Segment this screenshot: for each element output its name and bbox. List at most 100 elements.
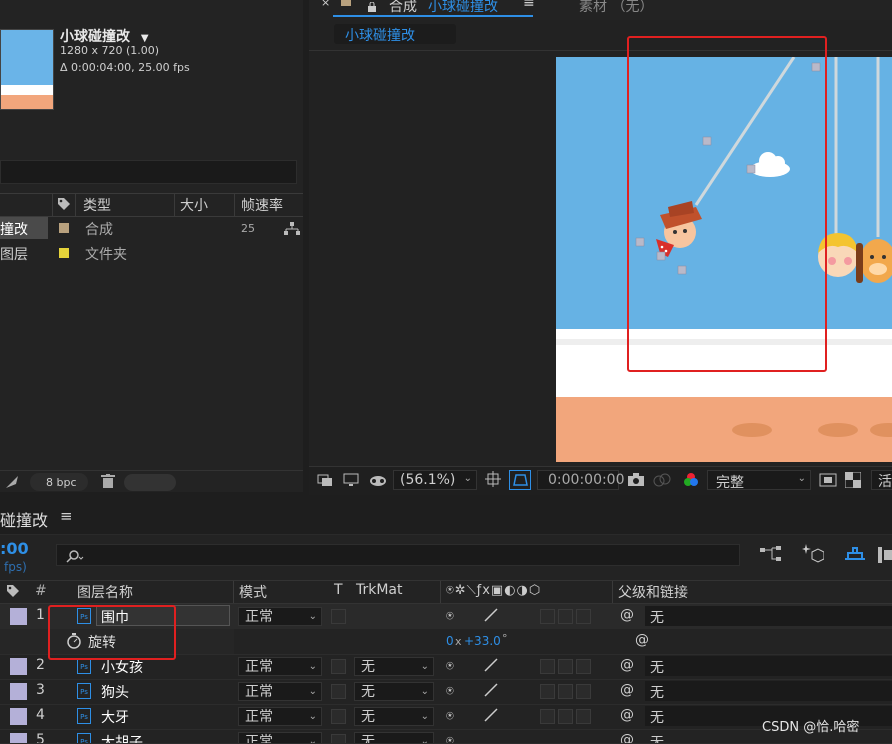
pick-whip-icon[interactable]: @ (620, 657, 634, 673)
layer-mode-dropdown[interactable]: 正常 ⌄ (238, 682, 322, 701)
comp-name[interactable]: 小球碰撞改 ▼ (60, 26, 149, 46)
graph-editor-icon[interactable] (878, 547, 892, 567)
channel-rgb-icon[interactable] (683, 472, 699, 492)
composition-flowchart-icon[interactable] (760, 546, 782, 566)
bpc-button[interactable]: 8 bpc (46, 476, 77, 489)
preserve-transparency-toggle[interactable] (331, 684, 346, 699)
project-row[interactable]: 撞改 合成 25 (0, 217, 303, 239)
quality-switch-icon[interactable] (484, 683, 498, 701)
layer-label-color[interactable] (10, 658, 27, 675)
trkmat-dropdown[interactable]: 无 ⌄ (354, 732, 434, 743)
shy-switch-icon[interactable]: ⍟ (446, 609, 454, 624)
timeline-search-input[interactable] (56, 544, 740, 566)
trkmat-dropdown[interactable]: 无 ⌄ (354, 682, 434, 701)
layer-mode-dropdown[interactable]: 正常 ⌄ (238, 657, 322, 676)
col-parent[interactable]: 父级和链接 (618, 582, 688, 602)
zoom-dropdown[interactable]: (56.1%) ⌄ (393, 470, 477, 490)
project-search-input[interactable] (0, 160, 297, 184)
tab-footage[interactable]: 素材 （无） (579, 0, 653, 16)
label-swatch[interactable] (59, 248, 69, 258)
label-icon[interactable] (57, 197, 71, 215)
flowchart-icon[interactable] (284, 221, 300, 240)
layer-mode-dropdown[interactable]: 正常 ⌄ (238, 707, 322, 726)
layer-label-color[interactable] (10, 708, 27, 725)
layer-label-color[interactable] (10, 608, 27, 625)
parent-value[interactable]: 无 (650, 682, 664, 702)
pick-whip-icon[interactable]: @ (620, 682, 634, 698)
label-swatch[interactable] (59, 223, 69, 233)
layer-row[interactable]: 3 Ps 狗头 正常 ⌄ 无 ⌄ ⍟ @ 无 (0, 679, 892, 705)
current-time-display[interactable]: :00 (0, 539, 29, 558)
col-trkmat[interactable]: TrkMat (356, 582, 403, 598)
active-camera-dropdown[interactable]: 活 (871, 470, 892, 490)
quality-switch-icon[interactable] (484, 608, 498, 626)
layer-name[interactable]: 大胡子 (101, 732, 143, 743)
chevron-down-icon[interactable]: ▼ (141, 33, 149, 44)
lock-icon[interactable] (367, 0, 377, 16)
transparency-grid-icon[interactable] (844, 471, 862, 492)
pick-whip-icon[interactable]: @ (620, 707, 634, 723)
trash-icon[interactable] (101, 474, 115, 493)
tab-comp-name[interactable]: 小球碰撞改 (428, 0, 498, 16)
zoom-value: (56.1%) (400, 472, 456, 488)
parent-value[interactable]: 无 (650, 657, 664, 677)
parent-value[interactable]: 无 (650, 607, 664, 627)
col-t[interactable]: T (334, 582, 343, 598)
col-type[interactable]: 类型 (83, 195, 111, 215)
layer-row[interactable]: 4 Ps 大牙 正常 ⌄ 无 ⌄ ⍟ @ 无 (0, 704, 892, 730)
fast-preview-icon[interactable] (819, 472, 837, 491)
shy-switch-icon[interactable]: ⍟ (446, 684, 454, 699)
layer-label-color[interactable] (10, 733, 27, 743)
trkmat-dropdown[interactable]: 无 ⌄ (354, 707, 434, 726)
project-row[interactable]: 图层 文件夹 (0, 242, 303, 264)
layer-name[interactable]: 小女孩 (101, 657, 143, 677)
quality-switch-icon[interactable] (484, 658, 498, 676)
preserve-transparency-toggle[interactable] (331, 709, 346, 724)
layer-index: 5 (36, 732, 45, 744)
expression-pick-whip-icon[interactable]: @ (635, 632, 649, 648)
col-mode[interactable]: 模式 (239, 582, 267, 602)
col-size[interactable]: 大小 (180, 195, 208, 215)
mask-visibility-icon[interactable] (369, 472, 387, 491)
scroll-thumb[interactable] (124, 474, 176, 491)
layer-row[interactable]: 5 Ps 大胡子 正常 ⌄ 无 ⌄ ⍟ @ 无 (0, 729, 892, 744)
camera-icon[interactable] (627, 472, 645, 491)
monitor-icon[interactable] (343, 472, 359, 491)
quality-switch-icon[interactable] (484, 708, 498, 726)
current-time-field[interactable]: 0:00:00:00 (537, 470, 625, 490)
preserve-transparency-toggle[interactable] (331, 609, 346, 624)
col-layer-name[interactable]: 图层名称 (77, 582, 133, 602)
rotation-degrees[interactable]: +33.0 (464, 634, 501, 648)
trkmat-dropdown[interactable]: 无 ⌄ (354, 657, 434, 676)
layer-name[interactable]: 大牙 (101, 707, 129, 727)
parent-value[interactable]: 无 (650, 732, 664, 743)
preserve-transparency-toggle[interactable] (331, 659, 346, 674)
pick-whip-icon[interactable]: @ (620, 732, 634, 743)
label-column-icon[interactable] (6, 584, 20, 602)
layer-mode-dropdown[interactable]: 正常 ⌄ (238, 732, 322, 743)
show-snapshot-icon[interactable] (653, 472, 671, 491)
timeline-tab-name[interactable]: 碰撞改 (0, 507, 48, 531)
parent-value[interactable]: 无 (650, 707, 664, 727)
tab-menu-icon[interactable]: ≡ (523, 0, 535, 11)
interpret-footage-icon[interactable] (4, 474, 20, 493)
layer-mode-dropdown[interactable]: 正常 ⌄ (238, 607, 322, 626)
pick-whip-icon[interactable]: @ (620, 607, 634, 623)
layer-name[interactable]: 狗头 (101, 682, 129, 702)
shy-switch-icon[interactable]: ⍟ (446, 709, 454, 724)
timeline-tab-menu-icon[interactable]: ≡ (60, 507, 73, 525)
draft-3d-icon[interactable] (802, 544, 825, 568)
col-fps[interactable]: 帧速率 (241, 195, 283, 215)
region-of-interest-icon[interactable] (509, 470, 531, 490)
motion-blur-icon[interactable] (845, 547, 865, 567)
shy-switch-icon[interactable]: ⍟ (446, 659, 454, 674)
layer-label-color[interactable] (10, 683, 27, 700)
grid-guides-icon[interactable] (485, 471, 501, 491)
resolution-dropdown[interactable]: 完整 ⌄ (707, 470, 811, 491)
always-preview-icon[interactable] (317, 472, 333, 491)
rotation-turns[interactable]: 0 (446, 634, 454, 648)
breadcrumb[interactable]: 小球碰撞改 (334, 24, 456, 44)
trkmat-value: 无 (361, 659, 375, 675)
close-icon[interactable]: × (321, 0, 330, 9)
tab-comp-prefix[interactable]: 合成 (389, 0, 417, 16)
